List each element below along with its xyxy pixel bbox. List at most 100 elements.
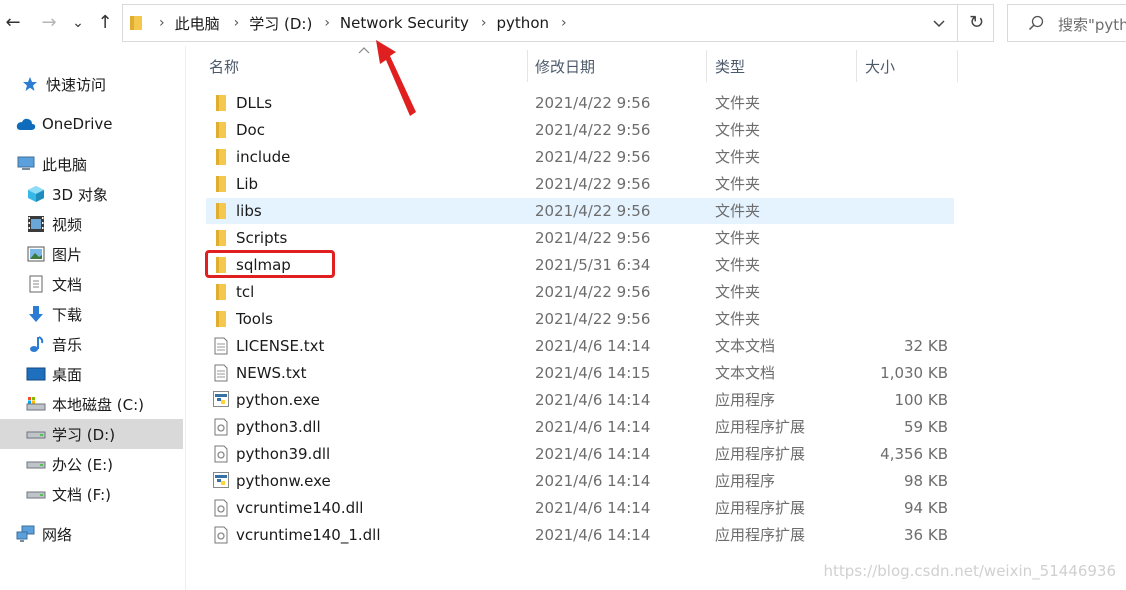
file-modified-date: 2021/4/6 14:15 — [535, 364, 651, 382]
column-divider[interactable] — [856, 50, 857, 82]
column-divider[interactable] — [957, 50, 958, 82]
file-type: 文件夹 — [715, 229, 761, 247]
navigation-bar: ← → ⌄ ↑ › 此电脑 › 学习 (D:) › Network Securi… — [0, 0, 1126, 46]
address-bar[interactable]: › 此电脑 › 学习 (D:) › Network Security › pyt… — [122, 4, 994, 42]
chevron-down-icon: ⌄ — [72, 15, 84, 31]
file-type: 文本文档 — [715, 364, 776, 382]
drive-icon — [26, 395, 46, 413]
file-type: 文件夹 — [715, 148, 761, 166]
file-row[interactable]: python39.dll 2021/4/6 14:14 应用程序扩展 4,356 KB — [206, 441, 954, 467]
file-row[interactable]: Doc 2021/4/22 9:56 文件夹 — [206, 117, 954, 143]
text-file-icon — [213, 337, 229, 355]
search-box[interactable]: 搜索"pyth — [1007, 4, 1126, 42]
dll-file-icon — [213, 499, 229, 517]
desktop-icon — [26, 365, 46, 383]
breadcrumb-this-pc[interactable]: 此电脑 — [175, 13, 220, 34]
file-name: vcruntime140_1.dll — [236, 526, 381, 544]
file-modified-date: 2021/4/22 9:56 — [535, 202, 651, 220]
file-type: 文件夹 — [715, 202, 761, 220]
file-row[interactable]: python.exe 2021/4/6 14:14 应用程序 100 KB — [206, 387, 954, 413]
annotation-arrow — [376, 40, 416, 116]
file-name: DLLs — [236, 94, 273, 112]
file-row[interactable]: python3.dll 2021/4/6 14:14 应用程序扩展 59 KB — [206, 414, 954, 440]
file-name: libs — [236, 202, 262, 220]
forward-button[interactable]: → — [38, 10, 60, 36]
up-button[interactable]: ↑ — [94, 10, 116, 36]
sidebar-item-drive-d[interactable]: 学习 (D:) — [0, 419, 183, 449]
file-type: 文件夹 — [715, 175, 761, 193]
sidebar-item-pictures[interactable]: 图片 — [0, 239, 183, 269]
sidebar-item-quick-access[interactable]: 快速访问 — [0, 69, 183, 99]
document-icon — [26, 275, 46, 293]
drive-icon — [26, 425, 46, 443]
file-modified-date: 2021/4/6 14:14 — [535, 445, 651, 463]
sidebar-item-drive-f[interactable]: 文档 (F:) — [0, 479, 183, 509]
breadcrumb-network-security[interactable]: Network Security — [340, 14, 469, 32]
file-size: 32 KB — [904, 337, 948, 355]
column-header-date[interactable]: 修改日期 — [535, 50, 705, 82]
recent-locations-button[interactable]: ⌄ — [70, 10, 86, 36]
file-row[interactable]: libs 2021/4/22 9:56 文件夹 — [206, 198, 954, 224]
file-row[interactable]: NEWS.txt 2021/4/6 14:15 文本文档 1,030 KB — [206, 360, 954, 386]
sidebar-item-downloads[interactable]: 下载 — [0, 299, 183, 329]
file-size: 98 KB — [904, 472, 948, 490]
file-name: include — [236, 148, 291, 166]
file-modified-date: 2021/5/31 6:34 — [535, 256, 651, 274]
file-row[interactable]: include 2021/4/22 9:56 文件夹 — [206, 144, 954, 170]
column-divider[interactable] — [706, 50, 707, 82]
refresh-button[interactable]: ↻ — [957, 5, 995, 41]
file-row[interactable]: LICENSE.txt 2021/4/6 14:14 文本文档 32 KB — [206, 333, 954, 359]
cube-icon — [26, 185, 46, 203]
file-row[interactable]: vcruntime140.dll 2021/4/6 14:14 应用程序扩展 94 K… — [206, 495, 954, 521]
file-row[interactable]: Tools 2021/4/22 9:56 文件夹 — [206, 306, 954, 332]
file-modified-date: 2021/4/6 14:14 — [535, 418, 651, 436]
chevron-right-icon: › — [561, 15, 567, 31]
pane-divider — [185, 46, 186, 590]
dll-file-icon — [213, 418, 229, 436]
file-row[interactable]: Scripts 2021/4/22 9:56 文件夹 — [206, 225, 954, 251]
chevron-right-icon: › — [159, 15, 165, 31]
file-name: python39.dll — [236, 445, 331, 463]
column-divider[interactable] — [527, 50, 528, 82]
sidebar-item-documents[interactable]: 文档 — [0, 269, 183, 299]
column-header-type[interactable]: 类型 — [715, 50, 855, 82]
sidebar-item-this-pc[interactable]: 此电脑 — [0, 149, 183, 179]
file-row[interactable]: Lib 2021/4/22 9:56 文件夹 — [206, 171, 954, 197]
file-row[interactable]: tcl 2021/4/22 9:56 文件夹 — [206, 279, 954, 305]
dll-file-icon — [213, 445, 229, 463]
chevron-right-icon: › — [480, 15, 487, 31]
breadcrumb-python[interactable]: python — [497, 14, 549, 32]
dll-file-icon — [213, 526, 229, 544]
file-size: 4,356 KB — [880, 445, 948, 463]
folder-icon — [213, 310, 229, 328]
back-button[interactable]: ← — [2, 10, 24, 36]
folder-icon — [213, 94, 229, 112]
sidebar-item-3d-objects[interactable]: 3D 对象 — [0, 179, 183, 209]
sidebar-item-onedrive[interactable]: OneDrive — [0, 109, 183, 139]
sidebar-item-network[interactable]: 网络 — [0, 519, 183, 549]
folder-icon — [130, 16, 142, 30]
file-modified-date: 2021/4/22 9:56 — [535, 310, 651, 328]
highlight-box — [205, 250, 335, 278]
file-row[interactable]: DLLs 2021/4/22 9:56 文件夹 — [206, 90, 954, 116]
breadcrumb-drive-d[interactable]: 学习 (D:) — [249, 13, 312, 34]
file-type: 应用程序扩展 — [715, 526, 806, 544]
sidebar-item-desktop[interactable]: 桌面 — [0, 359, 183, 389]
address-dropdown-icon[interactable] — [929, 13, 949, 33]
watermark: https://blog.csdn.net/weixin_51446936 — [823, 562, 1116, 580]
file-name: tcl — [236, 283, 255, 301]
sidebar-item-videos[interactable]: 视频 — [0, 209, 183, 239]
file-name: NEWS.txt — [236, 364, 307, 382]
column-header-size[interactable]: 大小 — [865, 50, 955, 82]
file-type: 应用程序 — [715, 472, 776, 490]
sidebar-item-drive-e[interactable]: 办公 (E:) — [0, 449, 183, 479]
file-row[interactable]: vcruntime140_1.dll 2021/4/6 14:14 应用程序扩展 36… — [206, 522, 954, 548]
file-row[interactable]: pythonw.exe 2021/4/6 14:14 应用程序 98 KB — [206, 468, 954, 494]
file-modified-date: 2021/4/6 14:14 — [535, 499, 651, 517]
sidebar-item-music[interactable]: 音乐 — [0, 329, 183, 359]
column-header-name[interactable]: 名称 — [209, 50, 527, 82]
arrow-up-icon: ↑ — [97, 12, 113, 33]
sidebar-item-drive-c[interactable]: 本地磁盘 (C:) — [0, 389, 183, 419]
folder-icon — [213, 283, 229, 301]
file-modified-date: 2021/4/22 9:56 — [535, 283, 651, 301]
